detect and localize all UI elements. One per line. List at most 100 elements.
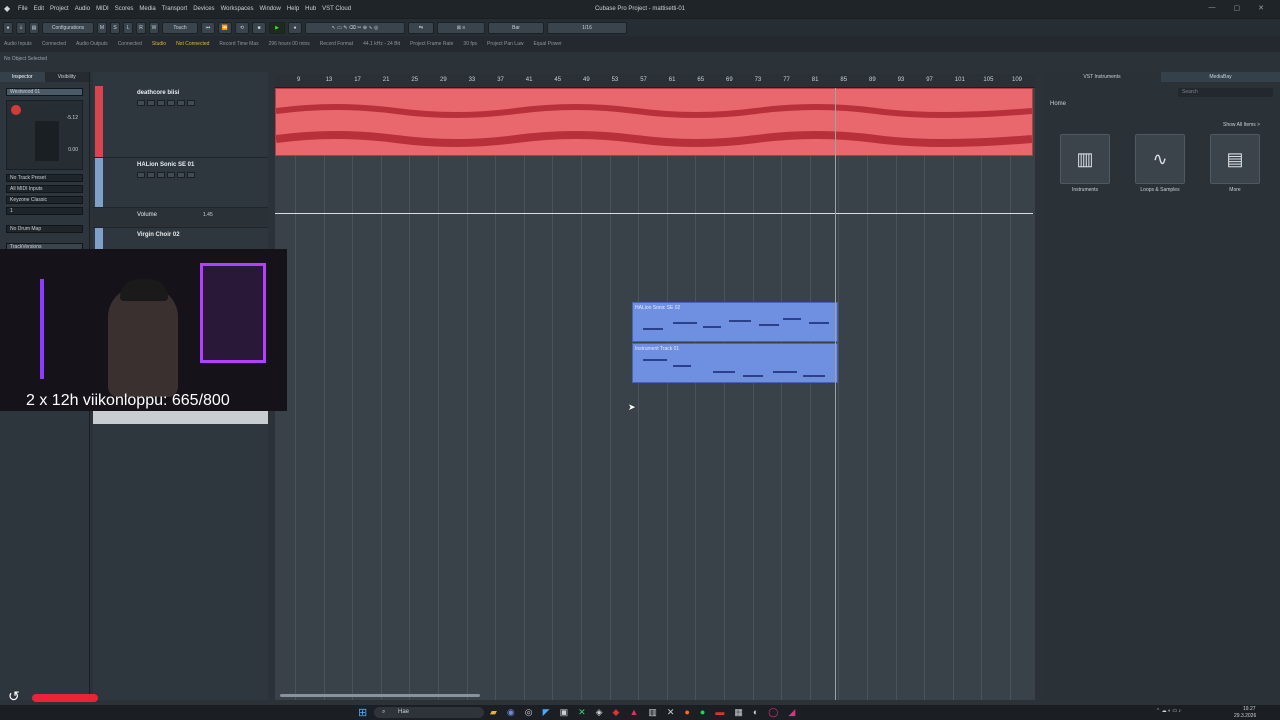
quantize-dropdown[interactable]: 1/16 <box>547 21 627 34</box>
track-buttons[interactable] <box>137 172 195 178</box>
app-icon[interactable]: ◆ <box>613 707 620 718</box>
play-button[interactable]: ▶ <box>269 21 285 34</box>
maximize-button[interactable]: ▢ <box>1234 4 1241 12</box>
menu-item-midi[interactable]: MIDI <box>96 6 109 12</box>
menu-item-audio[interactable]: Audio <box>75 6 90 12</box>
mediabay-search-input[interactable]: Search <box>1178 88 1273 97</box>
app-icon[interactable]: ◐ <box>753 707 758 718</box>
close-button[interactable]: ✕ <box>1258 4 1264 12</box>
snap-toggle[interactable]: ⊠ ≡ <box>437 21 485 34</box>
write-button[interactable]: W <box>149 21 159 34</box>
track-name[interactable]: deathcore biisi <box>137 90 179 96</box>
tray-icons[interactable]: ⌃ ☁ ◐ ▭ ♪ <box>1156 708 1181 714</box>
clock-time[interactable]: 19.27 <box>1243 706 1256 712</box>
drum-map-field[interactable]: No Drum Map <box>6 225 83 233</box>
menu-item-window[interactable]: Window <box>259 6 280 12</box>
app-icon[interactable]: ✕ <box>667 707 675 718</box>
app-icon[interactable]: ▬ <box>715 707 724 718</box>
terminal-icon[interactable]: ▣ <box>560 707 569 718</box>
tab-inspector[interactable]: Inspector <box>0 72 45 82</box>
automation-parameter[interactable]: Volume <box>137 212 157 218</box>
menu-item-file[interactable]: File <box>18 6 28 12</box>
menu-item-project[interactable]: Project <box>50 6 69 12</box>
app-icon[interactable]: ◯ <box>768 707 778 718</box>
timeline-ruler[interactable]: 9 13 17 21 25 29 33 37 41 45 49 53 57 61 65 69 73 77 81 85 8… <box>275 74 1035 88</box>
record-enable-button[interactable] <box>11 105 21 115</box>
loops-samples-tile[interactable]: ∿ <box>1135 134 1185 184</box>
tool-palette[interactable]: ↖ ▭ ✎ ⌫ ✂ ⊕ ∿ ◎ <box>305 21 405 34</box>
activate-project-button[interactable]: ● <box>3 21 13 34</box>
mute-button[interactable]: M <box>97 21 107 34</box>
read-button[interactable]: R <box>136 21 146 34</box>
midi-part-halion[interactable]: HALion Sonic SE 02 <box>632 302 838 342</box>
volume-fader[interactable] <box>35 121 59 161</box>
track-preset-field[interactable]: No Track Preset <box>6 174 83 182</box>
start-icon[interactable]: ⊞ <box>358 706 367 719</box>
configurations-dropdown[interactable]: Configurations <box>42 21 94 34</box>
app-icon[interactable]: ◈ <box>596 707 603 718</box>
rewind-button[interactable]: ⏪ <box>218 21 232 34</box>
menu-item-scores[interactable]: Scores <box>115 6 134 12</box>
minimize-button[interactable]: — <box>1209 4 1216 12</box>
menu-item-media[interactable]: Media <box>139 6 155 12</box>
record-button[interactable]: ● <box>288 21 302 34</box>
track-deathcore[interactable]: deathcore biisi <box>93 86 268 158</box>
nudge-palette[interactable]: ⇆ <box>408 21 434 34</box>
automation-line[interactable] <box>275 213 1033 214</box>
midi-input-field[interactable]: All MIDI Inputs <box>6 185 83 193</box>
cubase-icon[interactable]: ◢ <box>788 707 795 718</box>
listen-button[interactable]: L <box>123 21 133 34</box>
discord-icon[interactable]: ◉ <box>507 707 515 718</box>
constrain-delay-button[interactable]: ⏚ <box>16 21 26 34</box>
app-icon[interactable]: ▲ <box>629 707 638 718</box>
excel-icon[interactable]: ✕ <box>578 707 586 718</box>
menu-item-transport[interactable]: Transport <box>162 6 187 12</box>
vscode-icon[interactable]: ◤ <box>543 707 550 718</box>
track-halion[interactable]: HALion Sonic SE 01 <box>93 158 268 208</box>
menu-item-devices[interactable]: Devices <box>193 6 214 12</box>
menu-item-vst-cloud[interactable]: VST Cloud <box>322 6 351 12</box>
show-inspector-button[interactable]: ▤ <box>29 21 39 34</box>
inspector-track-name[interactable]: Westwood 01 <box>6 88 83 96</box>
pan-value[interactable]: 0.00 <box>68 147 78 153</box>
menu-item-workspaces[interactable]: Workspaces <box>221 6 254 12</box>
track-name[interactable]: HALion Sonic SE 01 <box>137 162 194 168</box>
midi-part-instrument[interactable]: Instrument Track 01 <box>632 343 838 383</box>
cycle-button[interactable]: ⟲ <box>235 21 249 34</box>
taskbar-search[interactable]: ⌕ Hae <box>374 707 484 718</box>
menu-item-help[interactable]: Help <box>287 6 299 12</box>
app-icon[interactable]: ● <box>684 707 689 718</box>
stop-button[interactable]: ■ <box>252 21 266 34</box>
tab-visibility[interactable]: Visibility <box>45 72 90 82</box>
automation-track-volume[interactable]: Volume 1.45 <box>93 208 268 228</box>
instruments-tile[interactable]: ▥ <box>1060 134 1110 184</box>
instrument-field[interactable]: Keyzone Classic <box>6 196 83 204</box>
snap-type-dropdown[interactable]: Bar <box>488 21 544 34</box>
tab-vst-instruments[interactable]: VST Instruments <box>1043 72 1161 82</box>
taskbar-apps[interactable]: ▰ ◉ ◎ ◤ ▣ ✕ ◈ ◆ ▲ ▥ ✕ ● ● ▬ ▦ ◐ ◯ ◢ <box>490 707 795 718</box>
app-icon[interactable]: ▦ <box>734 707 743 718</box>
file-explorer-icon[interactable]: ▰ <box>490 707 497 718</box>
transport-back-button[interactable]: ⏮ <box>201 21 215 34</box>
horizontal-scrollbar[interactable] <box>280 694 480 697</box>
project-arrange-area[interactable]: 9 13 17 21 25 29 33 37 41 45 49 53 57 61 65 69 73 77 81 85 8… <box>275 74 1035 700</box>
spotify-icon[interactable]: ● <box>700 707 705 718</box>
volume-value[interactable]: -5.12 <box>67 115 78 121</box>
automation-mode-dropdown[interactable]: Touch <box>162 21 198 34</box>
show-all-items-link[interactable]: Show All Items > <box>1223 122 1260 128</box>
clock-date[interactable]: 29.3.2026 <box>1234 713 1256 719</box>
menu-item-edit[interactable]: Edit <box>34 6 44 12</box>
channel-field[interactable]: 1 <box>6 207 83 215</box>
track-buttons[interactable] <box>137 100 195 106</box>
menu-item-hub[interactable]: Hub <box>305 6 316 12</box>
obs-icon[interactable]: ◎ <box>525 707 533 718</box>
audio-event-deathcore[interactable] <box>275 88 1033 156</box>
automation-value[interactable]: 1.45 <box>203 212 213 218</box>
project-cursor[interactable] <box>835 88 836 700</box>
mediabay-home-label[interactable]: Home <box>1050 101 1066 107</box>
app-icon[interactable]: ▥ <box>648 707 657 718</box>
more-tile[interactable]: ▤ <box>1210 134 1260 184</box>
tab-mediabay[interactable]: MediaBay <box>1161 72 1280 82</box>
track-name[interactable]: Virgin Choir 02 <box>137 232 180 238</box>
solo-button[interactable]: S <box>110 21 120 34</box>
